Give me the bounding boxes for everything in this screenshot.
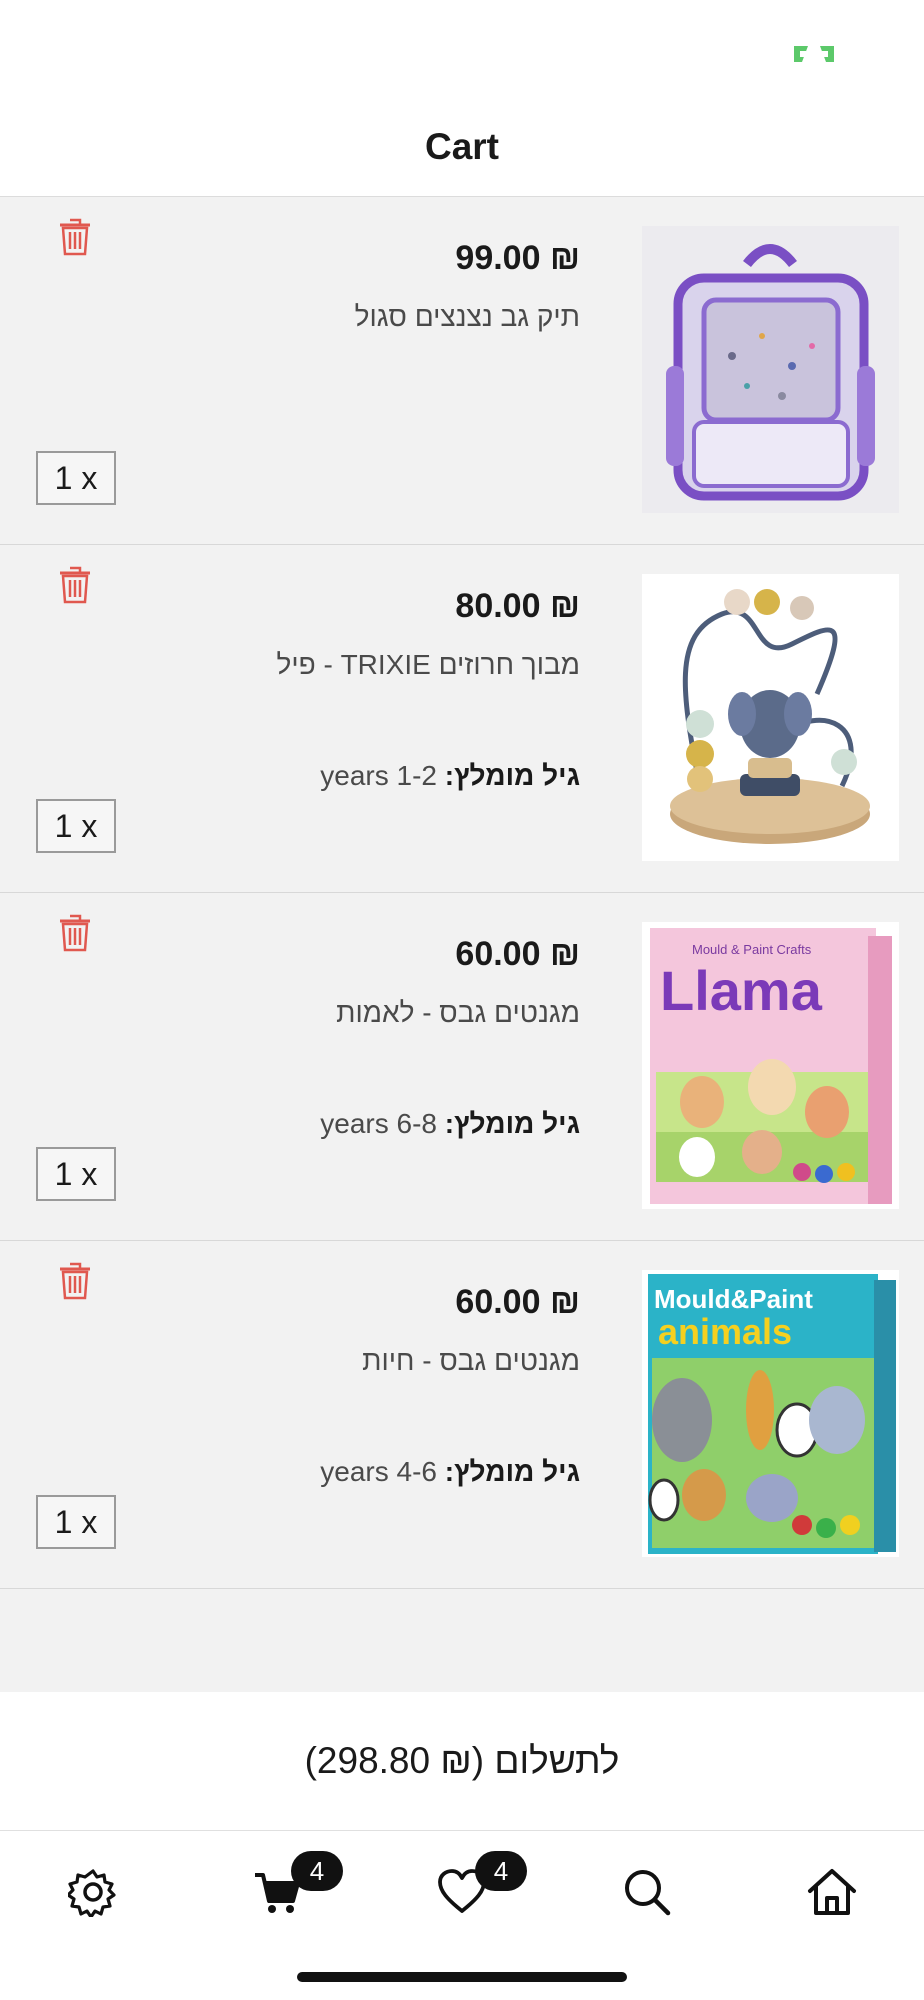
box-title-text: Llama (660, 959, 823, 1022)
quantity-selector[interactable]: 1 x (36, 451, 116, 505)
gear-icon (68, 1869, 116, 1917)
home-icon (808, 1869, 856, 1915)
item-name[interactable]: מבוך חרוזים TRIXIE - פיל (277, 649, 581, 681)
item-name[interactable]: מגנטים גבס - לאמות (336, 997, 580, 1029)
tab-settings[interactable] (58, 1857, 128, 1927)
cart-item: ₪ 99.00 תיק גב נצנצים סגול 1 x (0, 197, 924, 545)
top-bar: Cart (0, 0, 924, 197)
age-value: 1-2 years (320, 760, 437, 791)
recommended-age: גיל מומלץ: 1-2 years (320, 760, 580, 792)
recommended-age: גיל מומלץ: 6-8 years (320, 1108, 580, 1140)
item-price: ₪ 80.00 (455, 587, 580, 625)
cart-count-badge: 4 (291, 1851, 343, 1891)
item-name[interactable]: תיק גב נצנצים סגול (355, 301, 580, 333)
age-label: גיל מומלץ: (444, 1108, 580, 1139)
quantity-selector[interactable]: 1 x (36, 1495, 116, 1549)
trash-icon[interactable] (58, 913, 92, 953)
box-line2-text: animals (658, 1311, 792, 1352)
cart-list: ₪ 99.00 תיק גב נצנצים סגול 1 x ₪ 80.00 מ… (0, 197, 924, 1692)
item-price: ₪ 99.00 (455, 239, 580, 277)
quantity-selector[interactable]: 1 x (36, 799, 116, 853)
cart-item: ₪ 80.00 מבוך חרוזים TRIXIE - פיל גיל מומ… (0, 545, 924, 893)
animals-craft-box-image[interactable]: Mould&Paint animals (642, 1270, 899, 1557)
tab-home[interactable] (797, 1857, 867, 1927)
age-label: גיל מומלץ: (444, 1456, 580, 1487)
search-icon (625, 1870, 671, 1916)
bead-maze-elephant-image[interactable] (642, 574, 899, 861)
recommended-age: גיל מומלץ: 4-6 years (320, 1456, 580, 1488)
age-value: 6-8 years (320, 1108, 437, 1139)
trash-icon[interactable] (58, 217, 92, 257)
age-label: גיל מומלץ: (444, 760, 580, 791)
checkout-button[interactable]: לתשלום (₪ 298.80) (0, 1692, 924, 1830)
cart-item: ₪ 60.00 מגנטים גבס - לאמות גיל מומלץ: 6-… (0, 893, 924, 1241)
wishlist-count-badge: 4 (475, 1851, 527, 1891)
purple-backpack-image[interactable] (642, 226, 899, 513)
item-price: ₪ 60.00 (455, 935, 580, 973)
llama-craft-box-image[interactable]: Mould & Paint Crafts Llama (642, 922, 899, 1209)
home-indicator (297, 1972, 627, 1982)
age-value: 4-6 years (320, 1456, 437, 1487)
trash-icon[interactable] (58, 565, 92, 605)
item-name[interactable]: מגנטים גבס - חיות (362, 1345, 580, 1377)
quantity-selector[interactable]: 1 x (36, 1147, 116, 1201)
tab-wishlist[interactable]: 4 (427, 1851, 527, 1927)
page-title: Cart (424, 126, 500, 167)
checkout-label: לתשלום (₪ 298.80) (304, 1740, 620, 1781)
box-line1-text: Mould&Paint (654, 1284, 813, 1314)
trash-icon[interactable] (58, 1261, 92, 1301)
item-price: ₪ 60.00 (455, 1283, 580, 1321)
cart-item: ₪ 60.00 מגנטים גבס - חיות גיל מומלץ: 4-6… (0, 1241, 924, 1589)
code-brackets-icon (794, 46, 834, 62)
tab-cart[interactable]: 4 (243, 1851, 343, 1927)
box-brand-text: Mould & Paint Crafts (692, 942, 812, 957)
tab-search[interactable] (612, 1857, 682, 1927)
